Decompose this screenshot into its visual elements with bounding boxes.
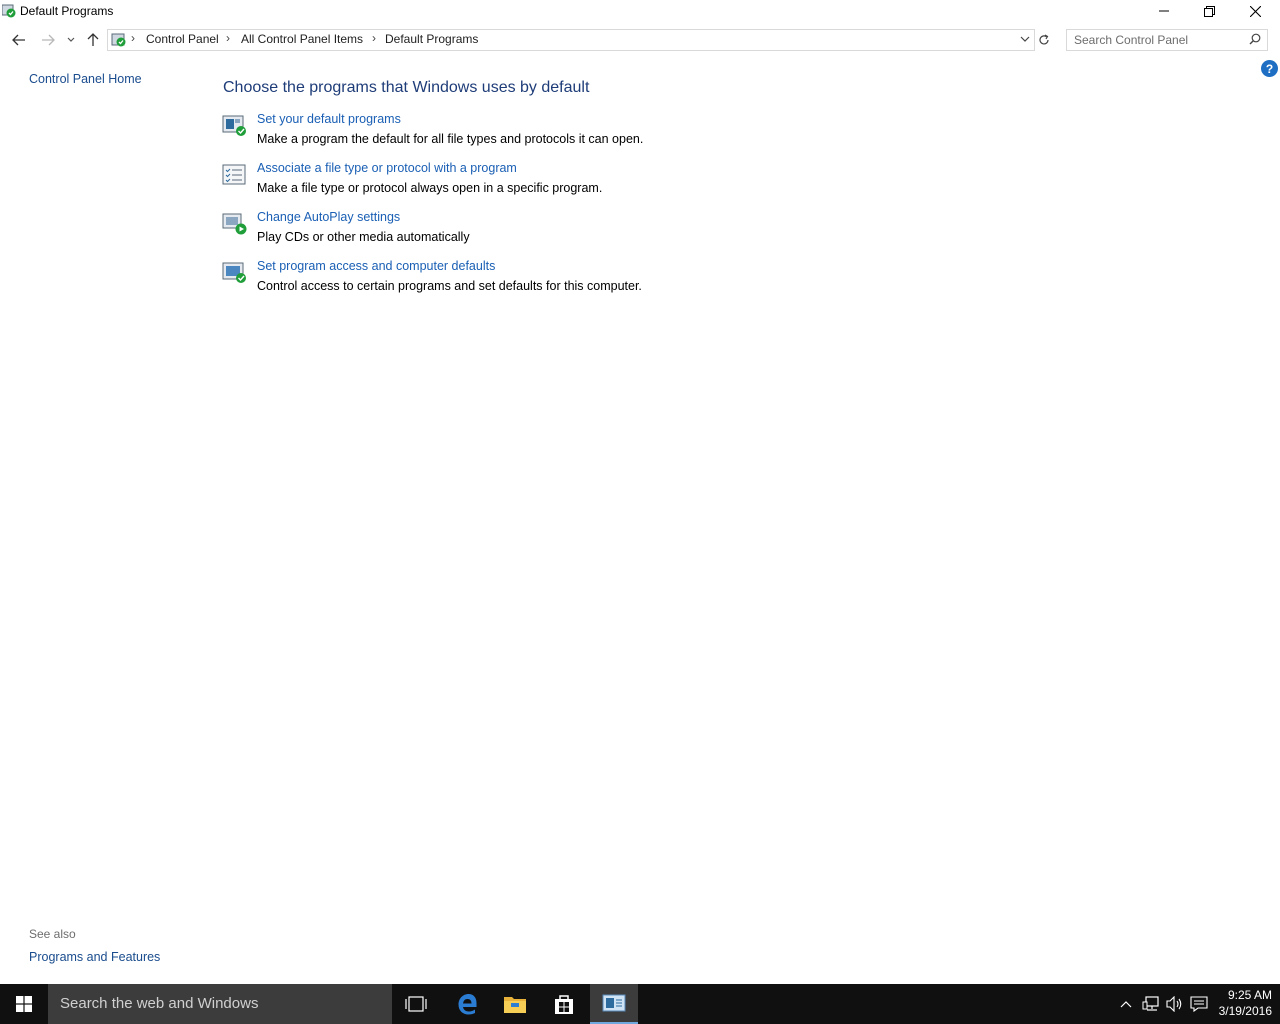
task-description: Play CDs or other media automatically [257,230,470,244]
help-button[interactable]: ? [1261,60,1278,77]
store-button[interactable] [540,984,588,1024]
folder-icon [504,997,526,1013]
search-box[interactable] [1066,29,1268,51]
refresh-icon [1039,34,1049,45]
control-panel-taskbar-button[interactable] [590,984,638,1024]
forward-arrow-icon [42,34,55,46]
file-association-icon [221,163,249,187]
chevron-up-icon [1120,1001,1132,1008]
taskbar-search-placeholder: Search the web and Windows [60,995,259,1012]
taskbar-search-box[interactable]: Search the web and Windows [48,984,392,1024]
task-description: Make a file type or protocol always open… [257,181,603,195]
close-icon [1249,5,1261,17]
windows-logo-icon [16,996,32,1012]
network-button[interactable] [1140,984,1162,1024]
control-panel-icon [111,32,127,48]
control-panel-home-link[interactable]: Control Panel Home [29,72,142,86]
task-item: Set program access and computer defaults… [221,259,821,303]
breadcrumb-all-items[interactable]: All Control Panel Items [241,32,363,46]
breadcrumb-separator-icon: › [372,31,376,45]
close-button[interactable] [1232,0,1278,22]
task-item: Set your default programs Make a program… [221,112,821,156]
taskbar: Search the web and Windows 9:25 AM 3/19/… [0,984,1280,1024]
task-item: Associate a file type or protocol with a… [221,161,821,205]
clock-date: 3/19/2016 [1218,1004,1272,1018]
default-programs-icon [221,114,249,138]
task-view-button[interactable] [392,984,440,1024]
default-programs-app-icon [1,4,16,18]
task-description: Make a program the default for all file … [257,132,644,146]
show-hidden-icons-button[interactable] [1117,984,1135,1024]
up-arrow-icon [87,33,99,46]
search-input[interactable] [1067,30,1244,50]
volume-button[interactable] [1164,984,1186,1024]
help-icon: ? [1265,61,1274,76]
task-item: Change AutoPlay settings Play CDs or oth… [221,210,821,254]
clock[interactable]: 9:25 AM 3/19/2016 [1212,987,1272,1019]
address-bar[interactable]: › Control Panel › All Control Panel Item… [107,29,1035,51]
forward-button[interactable] [37,30,59,50]
window-title: Default Programs [20,4,114,18]
breadcrumb-default-programs[interactable]: Default Programs [385,32,478,46]
program-access-defaults-link[interactable]: Set program access and computer defaults [257,259,495,273]
set-default-programs-link[interactable]: Set your default programs [257,112,401,126]
address-dropdown-button[interactable] [1020,33,1030,48]
store-icon [555,995,573,1014]
breadcrumb-separator-icon: › [226,31,230,45]
back-button[interactable] [8,30,30,50]
breadcrumb-control-panel[interactable]: Control Panel [146,32,219,46]
edge-icon [458,994,477,1015]
notifications-icon [1190,996,1208,1012]
back-arrow-icon [12,34,25,46]
refresh-button[interactable] [1034,29,1054,51]
minimize-button[interactable] [1141,0,1187,22]
up-button[interactable] [82,30,104,50]
title-bar: Default Programs [0,0,1280,24]
volume-icon [1166,996,1182,1012]
page-title: Choose the programs that Windows uses by… [223,79,590,96]
task-description: Control access to certain programs and s… [257,279,642,293]
start-button[interactable] [0,984,48,1024]
restore-icon [1203,5,1215,17]
recent-locations-button[interactable] [62,30,80,50]
see-also-label: See also [29,927,76,941]
change-autoplay-link[interactable]: Change AutoPlay settings [257,210,400,224]
minimize-icon [1159,10,1169,12]
clock-time: 9:25 AM [1227,988,1272,1002]
action-center-button[interactable] [1188,984,1210,1024]
programs-and-features-link[interactable]: Programs and Features [29,950,160,964]
restore-button[interactable] [1186,0,1232,22]
control-panel-icon [602,994,626,1012]
breadcrumb-separator-icon: › [131,31,135,45]
associate-file-type-link[interactable]: Associate a file type or protocol with a… [257,161,517,175]
file-explorer-button[interactable] [491,984,539,1024]
chevron-down-icon [67,37,75,42]
program-access-icon [221,261,249,285]
task-view-icon [405,996,427,1012]
edge-browser-button[interactable] [443,984,491,1024]
network-icon [1142,996,1159,1011]
search-icon[interactable] [1249,33,1261,48]
chevron-down-icon [1020,36,1030,42]
autoplay-icon [221,212,249,236]
